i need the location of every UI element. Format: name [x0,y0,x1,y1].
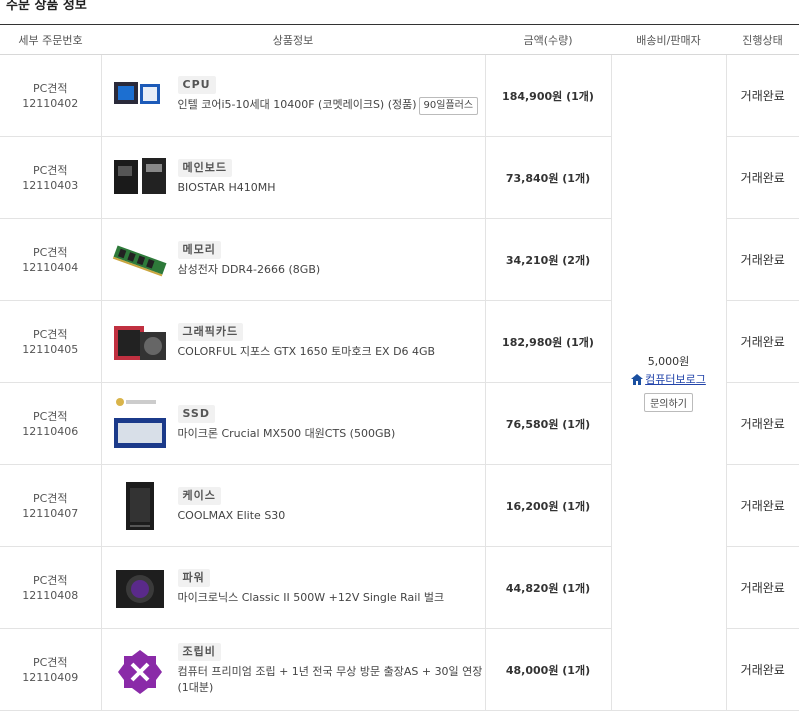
order-number-cell: PC견적 12110403 [0,136,102,219]
product-name[interactable]: COLORFUL 지포스 GTX 1650 토마호크 EX D6 4GB [178,345,436,358]
status-cell: 거래완료 [726,382,799,465]
order-type: PC견적 [32,409,68,423]
product-name[interactable]: 인텔 코어i5-10세대 10400F (코멧레이크S) (정품) [178,98,417,111]
table-row: PC견적 12110402 CPU 인텔 코어i5-10세대 10400F (코… [0,54,799,711]
price-cell: 44,820원 (1개) [485,546,612,629]
order-type: PC견적 [32,81,68,95]
order-number-cell: PC견적 12110409 [0,628,102,711]
price-cell: 48,000원 (1개) [485,628,612,711]
price-cell: 73,840원 (1개) [485,136,612,219]
status-cell: 거래완료 [726,628,799,711]
product-name[interactable]: 컴퓨터 프리미엄 조립 + 1년 전국 무상 방문 출장AS + 30일 연장 … [178,665,483,694]
ssd-icon [113,397,166,448]
order-number: 12110402 [22,96,79,110]
seller-link[interactable]: 컴퓨터보로그 [612,371,726,387]
product-info-cell: CPU 인텔 코어i5-10세대 10400F (코멧레이크S) (정품) 90일… [101,54,486,137]
category-label: 파워 [177,569,210,587]
category-label: CPU [177,76,216,94]
product-name[interactable]: 마이크론 Crucial MX500 대원CTS (500GB) [178,427,396,440]
product-name[interactable]: COOLMAX Elite S30 [178,509,286,522]
motherboard-icon [113,157,166,194]
ram-icon [112,244,166,276]
category-label: 케이스 [177,487,221,505]
header-amount: 금액(수량) [485,24,611,55]
order-number: 12110404 [22,260,79,274]
header-shipping-seller: 배송비/판매자 [611,24,726,55]
price-cell: 76,580원 (1개) [485,382,612,465]
status-cell: 거래완료 [726,546,799,629]
product-info-cell: 메모리 삼성전자 DDR4-2666 (8GB) [101,218,486,301]
seller-name[interactable]: 컴퓨터보로그 [645,371,706,387]
product-thumbnail[interactable] [112,150,168,206]
product-name[interactable]: 삼성전자 DDR4-2666 (8GB) [178,263,321,276]
order-number: 12110408 [22,588,79,602]
product-info-cell: 케이스 COOLMAX Elite S30 [101,464,486,547]
section-title: 주문 상품 정보 [6,0,87,13]
header-order-no: 세부 주문번호 [0,24,101,55]
order-number: 12110403 [22,178,79,192]
gpu-icon [113,325,166,360]
status-cell: 거래완료 [726,218,799,301]
product-info-cell: 그래픽카드 COLORFUL 지포스 GTX 1650 토마호크 EX D6 4… [101,300,486,383]
status-cell: 거래완료 [726,464,799,547]
category-label: 메인보드 [177,159,232,177]
order-number: 12110405 [22,342,79,356]
order-type: PC견적 [32,163,68,177]
order-number: 12110407 [22,506,79,520]
cpu-icon [113,81,160,104]
product-thumbnail[interactable] [112,642,168,698]
order-number: 12110406 [22,424,79,438]
price-cell: 16,200원 (1개) [485,464,612,547]
product-name[interactable]: 마이크로닉스 Classic II 500W +12V Single Rail … [178,591,445,604]
product-thumbnail[interactable] [112,232,168,288]
shipping-seller-cell: 5,000원컴퓨터보로그문의하기 [611,54,727,711]
order-number-cell: PC견적 12110407 [0,464,102,547]
order-type: PC견적 [32,327,68,341]
category-label: 그래픽카드 [177,323,244,341]
product-thumbnail[interactable] [112,478,168,534]
order-number-cell: PC견적 12110408 [0,546,102,629]
category-label: 조립비 [177,643,221,661]
order-number-cell: PC견적 12110405 [0,300,102,383]
order-type: PC견적 [32,491,68,505]
shipping-fee: 5,000원 [647,355,690,368]
order-type: PC견적 [32,655,68,669]
order-number-cell: PC견적 12110406 [0,382,102,465]
category-label: SSD [177,405,215,423]
product-thumbnail[interactable] [112,560,168,616]
price-cell: 184,900원 (1개) [485,54,612,137]
product-thumbnail[interactable] [112,314,168,370]
order-number-cell: PC견적 12110402 [0,54,102,137]
header-status: 진행상태 [726,24,799,55]
price-cell: 182,980원 (1개) [485,300,612,383]
category-label: 메모리 [177,241,221,259]
product-info-cell: 메인보드 BIOSTAR H410MH [101,136,486,219]
status-cell: 거래완료 [726,54,799,137]
case-icon [125,481,154,530]
order-items-table: 세부 주문번호 상품정보 금액(수량) 배송비/판매자 진행상태 PC견적 12… [0,24,799,711]
warranty-badge[interactable]: 90일플러스 [418,97,479,115]
product-info-cell: 파워 마이크로닉스 Classic II 500W +12V Single Ra… [101,546,486,629]
psu-icon [115,569,164,608]
product-info-cell: SSD 마이크론 Crucial MX500 대원CTS (500GB) [101,382,486,465]
status-cell: 거래완료 [726,136,799,219]
assembly-icon [117,649,162,694]
price-cell: 34,210원 (2개) [485,218,612,301]
home-icon [631,373,644,385]
product-name[interactable]: BIOSTAR H410MH [178,181,276,194]
inquiry-button[interactable]: 문의하기 [644,393,693,412]
header-product: 상품정보 [101,24,485,55]
order-type: PC견적 [32,573,68,587]
order-number-cell: PC견적 12110404 [0,218,102,301]
order-number: 12110409 [22,670,79,684]
product-thumbnail[interactable] [112,68,168,124]
order-type: PC견적 [32,245,68,259]
product-thumbnail[interactable] [112,396,168,452]
status-cell: 거래완료 [726,300,799,383]
product-info-cell: 조립비 컴퓨터 프리미엄 조립 + 1년 전국 무상 방문 출장AS + 30일… [101,628,486,711]
